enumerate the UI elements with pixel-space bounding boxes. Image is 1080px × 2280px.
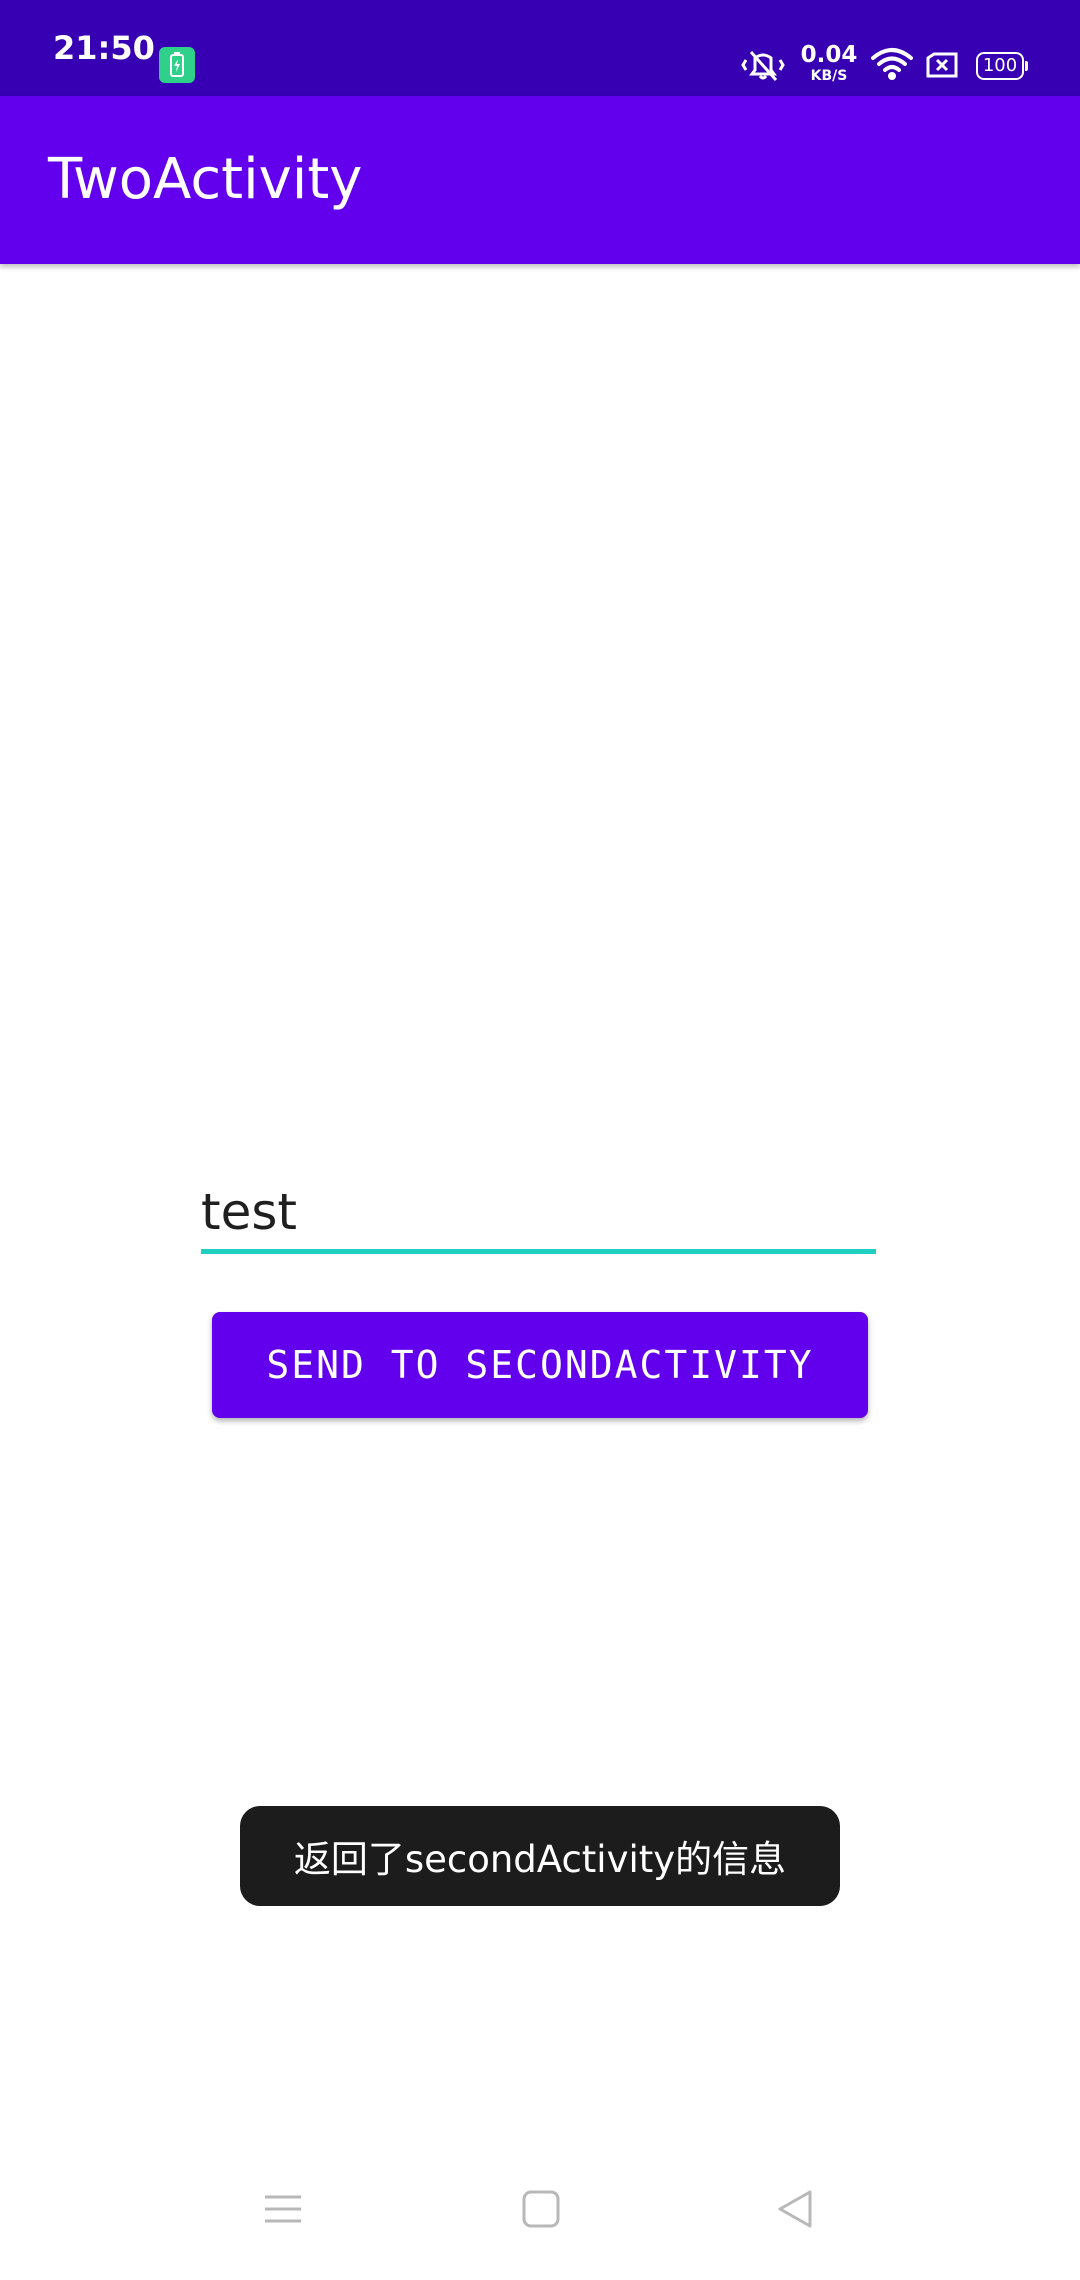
back-icon[interactable] [774, 2188, 816, 2230]
message-input-value[interactable]: test [201, 1183, 297, 1241]
network-speed: 0.04 KB/S [800, 42, 858, 84]
battery-icon: 100 [976, 52, 1028, 80]
send-to-secondactivity-button[interactable]: SEND TO SECONDACTIVITY [212, 1312, 868, 1418]
menu-icon[interactable] [262, 2188, 304, 2230]
page-title: TwoActivity [48, 147, 363, 212]
status-time: 21:50 [53, 29, 155, 67]
app-bar: TwoActivity [0, 96, 1080, 264]
vibrate-icon [741, 51, 785, 81]
message-input[interactable]: test [201, 1165, 876, 1254]
toast-message: 返回了secondActivity的信息 [240, 1806, 840, 1906]
sim-icon [926, 52, 958, 78]
network-speed-unit: KB/S [810, 68, 848, 84]
battery-saver-icon [159, 47, 195, 83]
wifi-icon [871, 48, 913, 80]
status-bar: 21:50 0.04 KB/S 100 [0, 0, 1080, 96]
network-speed-value: 0.04 [800, 42, 858, 68]
home-icon[interactable] [520, 2188, 562, 2230]
navigation-bar [0, 2160, 1080, 2280]
